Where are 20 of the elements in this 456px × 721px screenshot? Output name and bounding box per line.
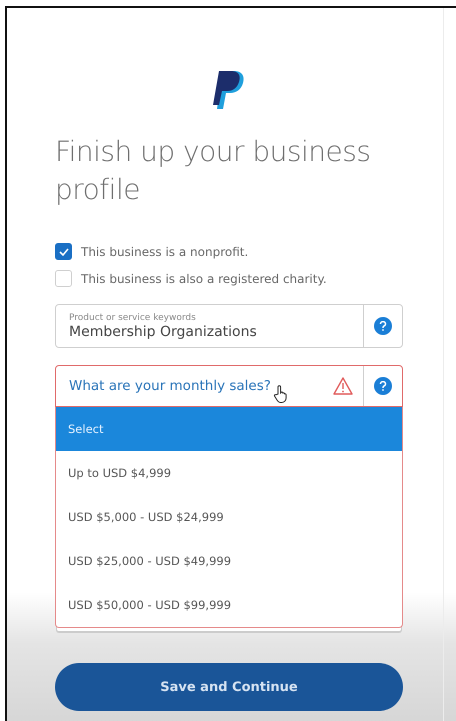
hand-cursor-icon: [273, 385, 289, 403]
field-value: Membership Organizations: [69, 324, 257, 340]
page-title: Finish up your business profile: [55, 134, 372, 208]
save-and-continue-button[interactable]: Save and Continue: [55, 663, 403, 711]
select-label: What are your monthly sales?: [69, 378, 271, 394]
help-icon[interactable]: [374, 377, 392, 395]
help-icon[interactable]: [374, 317, 392, 335]
dropdown-option[interactable]: Up to USD $4,999: [56, 451, 402, 495]
warning-icon: [333, 377, 353, 395]
field-label: Product or service keywords: [69, 312, 196, 322]
dropdown-option[interactable]: USD $5,000 - USD $24,999: [56, 495, 402, 539]
keywords-field[interactable]: Product or service keywords Membership Organizations: [55, 304, 403, 348]
checkbox[interactable]: [55, 243, 72, 260]
logo-icon: [212, 71, 246, 109]
checkbox-label: This business is also a registered charity.: [81, 272, 327, 286]
dropdown-option[interactable]: USD $25,000 - USD $49,999: [56, 539, 402, 583]
dropdown-option[interactable]: USD $50,000 - USD $99,999: [56, 583, 402, 627]
sales-select[interactable]: What are your monthly sales?: [55, 365, 403, 407]
check-icon: [58, 248, 68, 256]
checkbox-label: This business is a nonprofit.: [81, 244, 248, 258]
